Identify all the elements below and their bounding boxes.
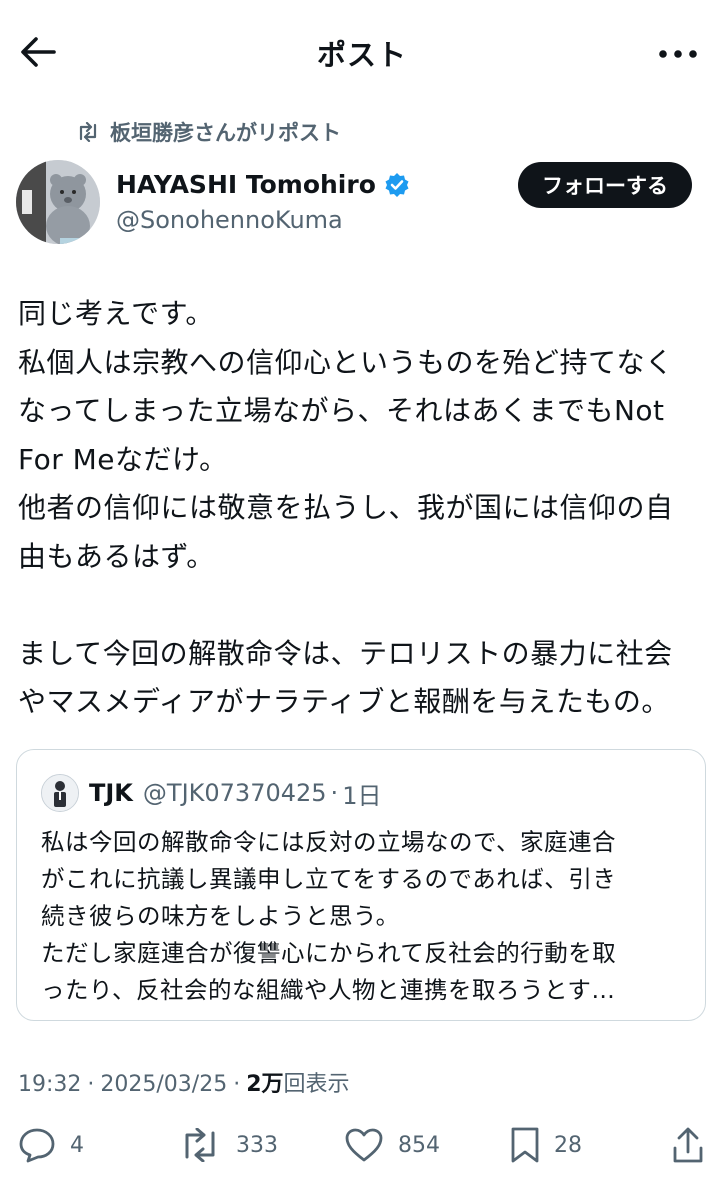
repost-indicator[interactable]: 板垣勝彦さんがリポスト [76, 117, 341, 147]
bear-avatar-image [16, 160, 100, 244]
quoted-timestamp: 1日 [342, 781, 382, 810]
quoted-separator: · [330, 779, 339, 807]
meta-separator: · [87, 1072, 95, 1097]
tweet-time: 19:32 [18, 1072, 82, 1097]
page-title: ポスト [316, 38, 407, 72]
reply-count: 4 [70, 1132, 84, 1158]
repost-icon [79, 122, 97, 142]
reply-button[interactable]: 4 [18, 1122, 84, 1168]
quoted-author-avatar [41, 774, 79, 812]
reply-icon [19, 1128, 55, 1163]
views-count[interactable]: 2万 回表示 [246, 1066, 349, 1098]
meta-separator: · [233, 1072, 241, 1097]
tweet-date: 2025/03/25 [100, 1072, 228, 1097]
views-count-label: 回表示 [283, 1072, 350, 1097]
bookmark-count: 28 [554, 1132, 582, 1158]
quoted-tweet-card[interactable]: TJK @TJK07370425 · 1日 私は今回の解散命令には反対の立場なの… [16, 749, 706, 1021]
repost-count: 333 [236, 1132, 278, 1158]
follow-button[interactable]: フォローする [518, 162, 692, 208]
author-name[interactable]: HAYASHI Tomohiro [116, 170, 410, 199]
bookmark-button[interactable]: 28 [510, 1122, 582, 1168]
repost-icon [185, 1128, 215, 1162]
tweet-meta: 19:32 · 2025/03/25 · 2万 回表示 [18, 1066, 350, 1098]
more-options-button[interactable] [656, 36, 700, 72]
repost-button[interactable]: 333 [178, 1122, 278, 1168]
author-avatar[interactable] [16, 160, 100, 244]
share-button[interactable] [672, 1122, 704, 1168]
verified-badge-icon [385, 172, 409, 197]
like-button[interactable]: 854 [344, 1122, 440, 1168]
author-name-text: HAYASHI Tomohiro [116, 170, 376, 199]
more-horizontal-icon [659, 50, 697, 58]
like-count: 854 [398, 1132, 440, 1158]
share-icon [673, 1127, 703, 1163]
repost-indicator-text: 板垣勝彦さんがリポスト [110, 121, 341, 145]
quoted-tweet-text: 私は今回の解散命令には反対の立場なので、家庭連合 がこれに抗議し異議申し立てをす… [41, 828, 617, 1004]
tweet-text: 同じ考えです。 私個人は宗教への信仰心というものを殆ど持てなく なってしまった立… [18, 297, 674, 718]
person-avatar-image [42, 775, 78, 811]
quoted-author-name: TJK [89, 779, 133, 807]
views-count-number: 2万 [246, 1072, 284, 1097]
author-handle[interactable]: @SonohennoKuma [116, 206, 343, 234]
bookmark-icon [511, 1127, 539, 1163]
quoted-author-handle: @TJK07370425 [142, 779, 327, 807]
quoted-tweet-header: TJK @TJK07370425 · 1日 [41, 774, 381, 812]
heart-icon [345, 1128, 383, 1162]
